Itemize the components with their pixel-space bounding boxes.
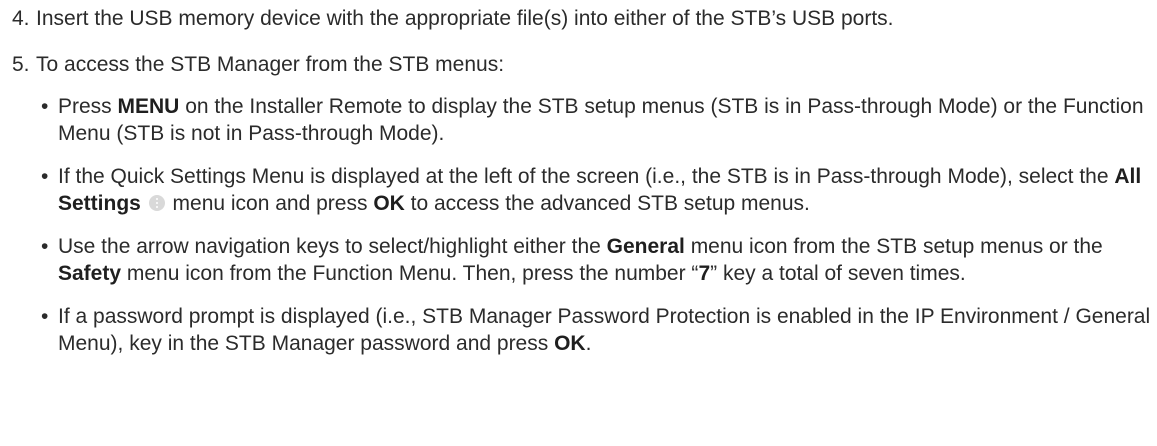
- bullet-text: menu icon from the STB setup menus or th…: [684, 235, 1103, 258]
- bullet-text: menu icon and press: [166, 192, 374, 215]
- step-5: 5. To access the STB Manager from the ST…: [0, 51, 1157, 357]
- bullet-text: on the Installer Remote to display the S…: [58, 95, 1144, 145]
- bullet-text: If the Quick Settings Menu is displayed …: [58, 165, 1115, 188]
- step-text: To access the STB Manager from the STB m…: [36, 53, 505, 76]
- menu-label-safety: Safety: [58, 262, 122, 285]
- bullet-dot: •: [41, 165, 49, 188]
- bullet-text: to access the advanced STB setup menus.: [404, 192, 810, 215]
- bullet-dot: •: [41, 95, 49, 118]
- step-number: 5.: [12, 53, 30, 76]
- bullet-dot: •: [41, 235, 49, 258]
- bullet-text: .: [585, 332, 592, 355]
- bullet-item-quick-settings: • If the Quick Settings Menu is displaye…: [36, 163, 1157, 217]
- key-label-7: 7: [698, 262, 711, 285]
- step-text: Insert the USB memory device with the ap…: [36, 7, 894, 30]
- bullet-item-password: • If a password prompt is displayed (i.e…: [36, 303, 1157, 357]
- document-body: 4. Insert the USB memory device with the…: [0, 0, 1157, 357]
- bullet-text: ” key a total of seven times.: [710, 262, 966, 285]
- bullet-list: • Press MENU on the Installer Remote to …: [36, 93, 1157, 357]
- bullet-dot: •: [41, 305, 49, 328]
- bullet-item-navigation: • Use the arrow navigation keys to selec…: [36, 233, 1157, 287]
- menu-label-general: General: [606, 235, 685, 258]
- bullet-text: menu icon from the Function Menu. Then, …: [121, 262, 699, 285]
- key-label-ok: OK: [554, 332, 586, 355]
- bullet-text: If a password prompt is displayed (i.e.,…: [58, 305, 1151, 355]
- key-label-menu: MENU: [117, 95, 180, 118]
- bullet-text: Press: [58, 95, 118, 118]
- more-vertical-icon: [148, 195, 165, 211]
- bullet-item-menu: • Press MENU on the Installer Remote to …: [36, 93, 1157, 147]
- step-number: 4.: [12, 7, 30, 30]
- step-4: 4. Insert the USB memory device with the…: [0, 5, 1157, 32]
- bullet-text: Use the arrow navigation keys to select/…: [58, 235, 607, 258]
- key-label-ok: OK: [373, 192, 405, 215]
